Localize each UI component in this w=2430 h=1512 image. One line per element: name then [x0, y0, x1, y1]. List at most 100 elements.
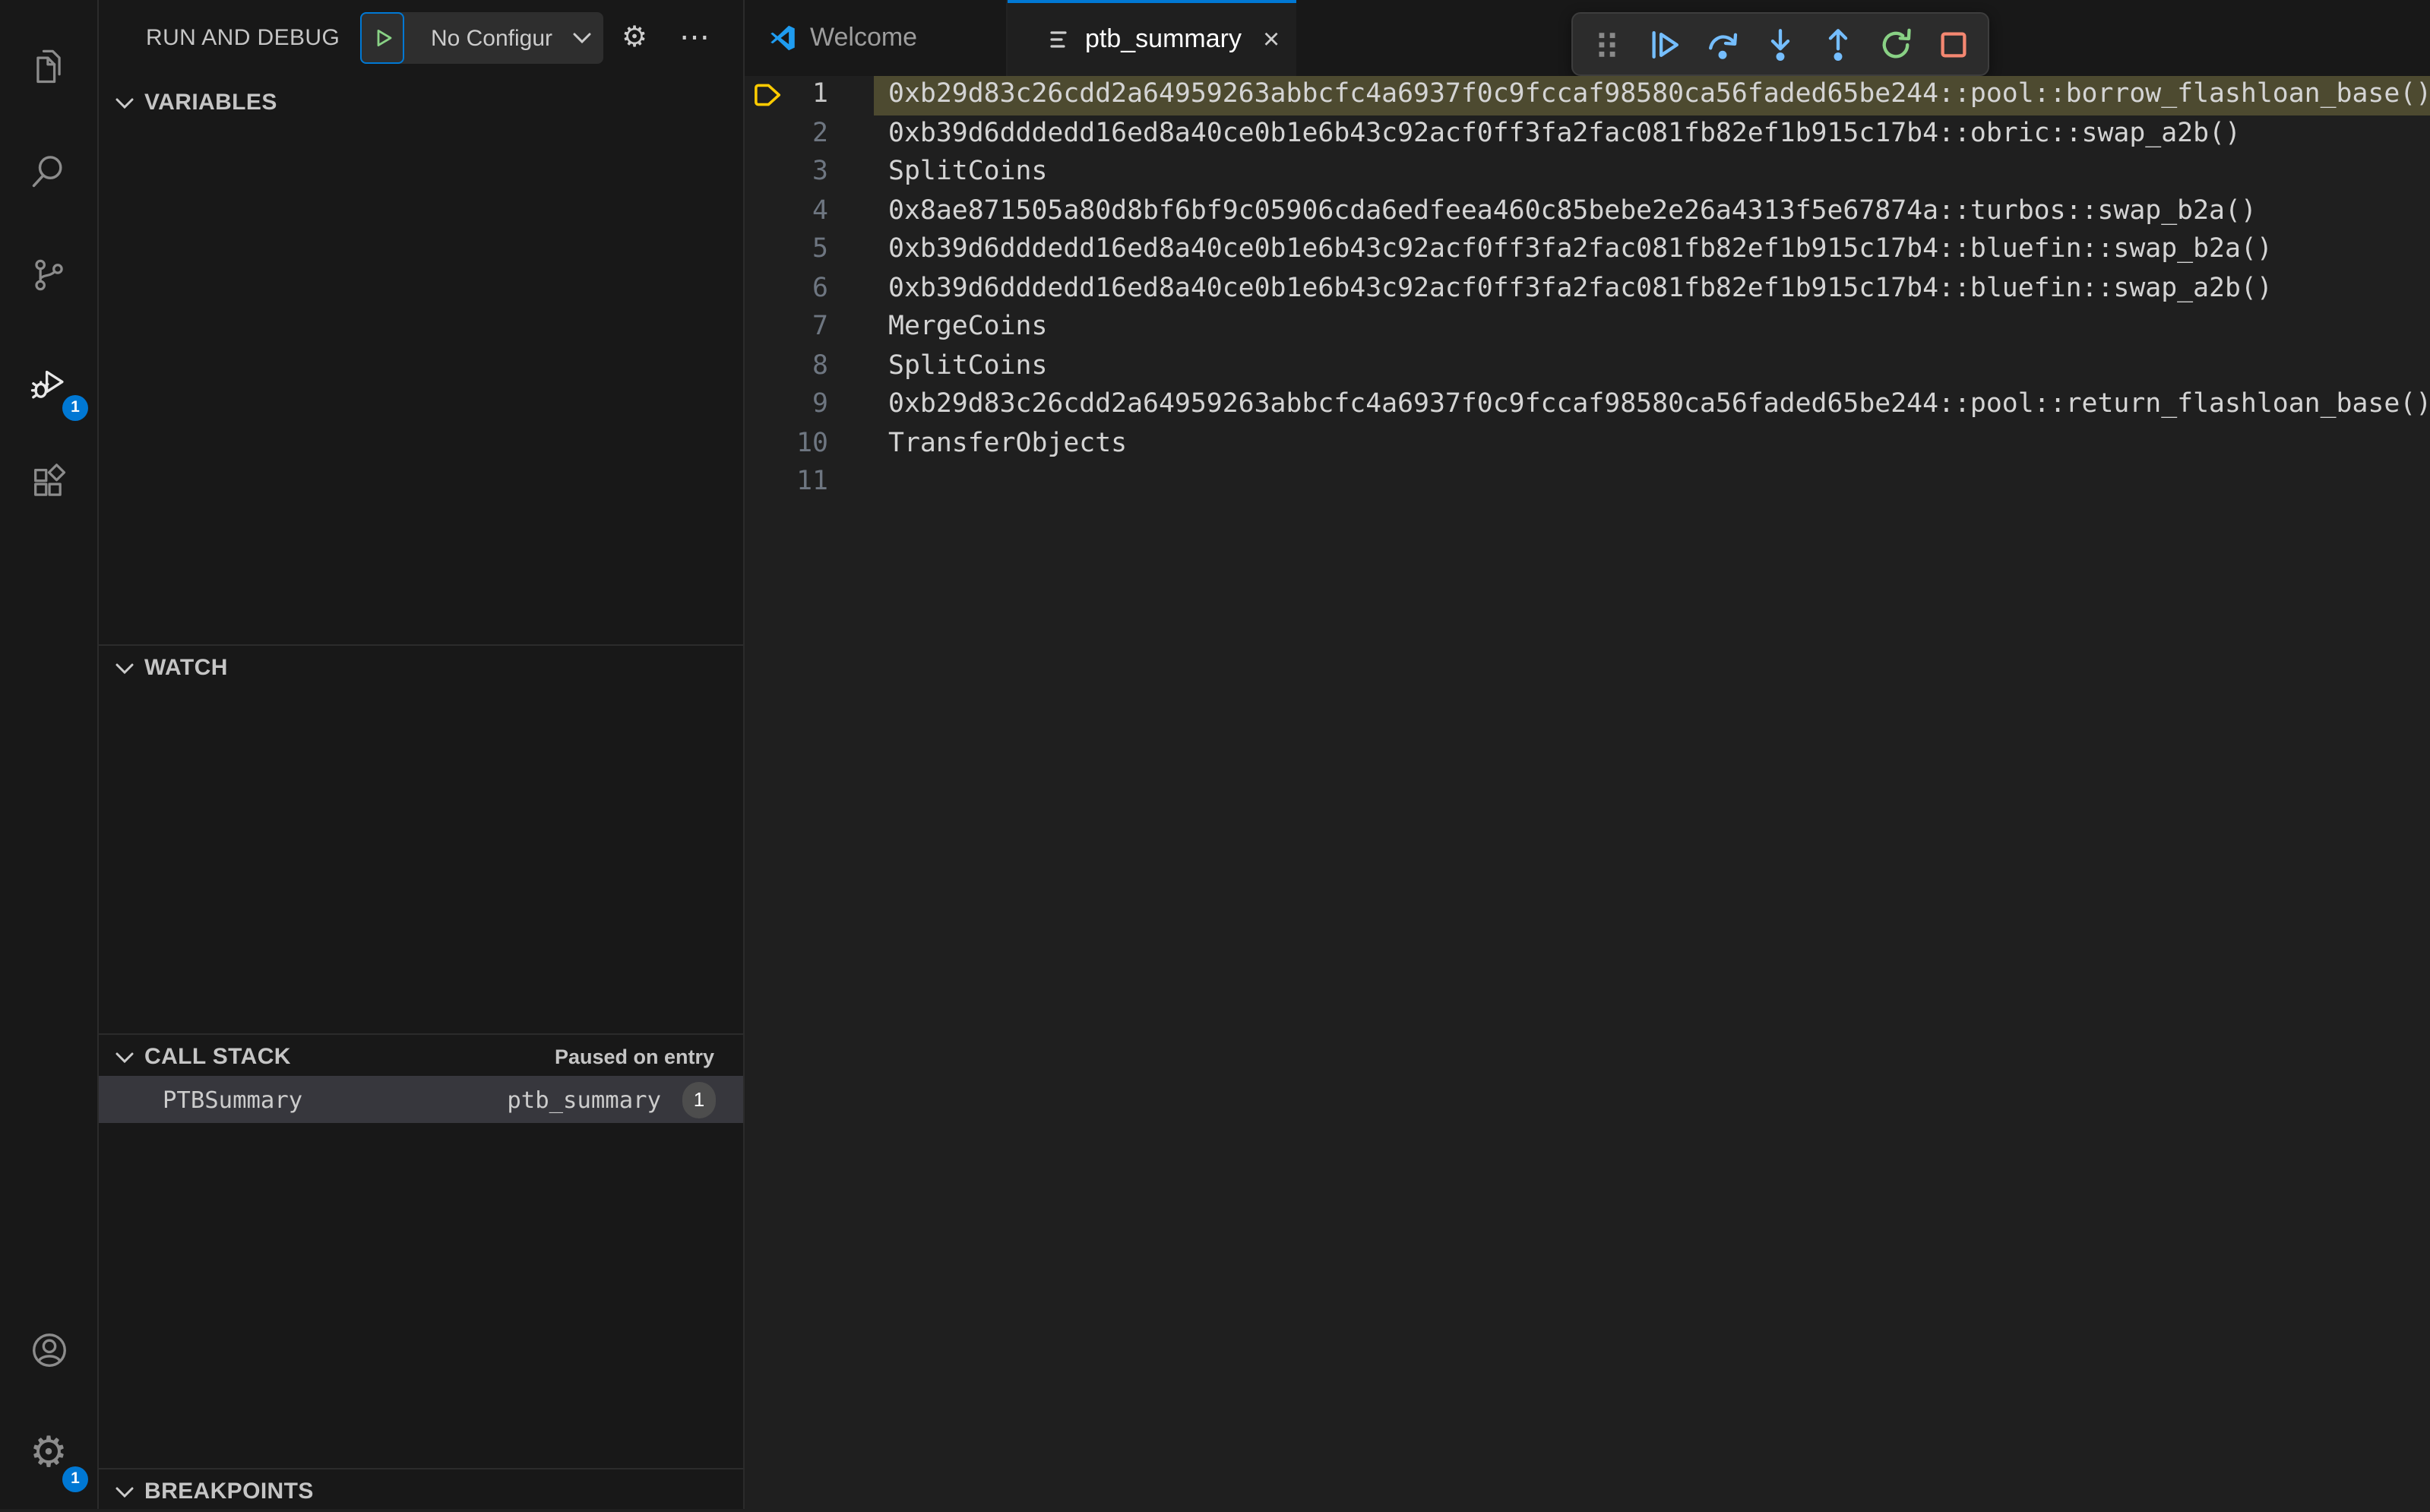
- debug-pointer-gutter: [745, 76, 787, 115]
- code-text: 0xb29d83c26cdd2a64959263abbcfc4a6937f0c9…: [888, 389, 2430, 419]
- debug-config-label: No Configur: [430, 25, 553, 51]
- activity-extensions[interactable]: [12, 447, 85, 520]
- frame-name: PTBSummary: [163, 1086, 303, 1113]
- tab-label: Welcome: [810, 23, 918, 52]
- section-watch[interactable]: WATCH: [99, 647, 743, 688]
- line-number[interactable]: 10: [787, 425, 828, 463]
- code-lines[interactable]: 1 0xb29d83c26cdd2a64959263abbcfc4a6937f0c…: [745, 76, 2430, 502]
- gutter-space: [745, 308, 787, 347]
- section-call-stack[interactable]: CALL STACK Paused on entry: [99, 1036, 743, 1077]
- line-number[interactable]: 9: [787, 386, 828, 425]
- code-line[interactable]: 6 0xb39d6dddedd16ed8a40ce0b1e6b43c92acf0f…: [745, 270, 2430, 308]
- activity-search[interactable]: [12, 135, 85, 208]
- call-stack-frame-row[interactable]: PTBSummary ptb_summary 1: [99, 1076, 743, 1123]
- step-into-icon[interactable]: [1763, 27, 1798, 62]
- chevron-down-icon: [115, 1051, 134, 1063]
- sidebar-title: RUN AND DEBUG: [146, 25, 340, 51]
- continue-icon[interactable]: [1647, 27, 1682, 62]
- section-divider: [99, 1468, 743, 1469]
- line-number[interactable]: 4: [787, 192, 828, 231]
- code-text: MergeCoins: [888, 312, 1048, 342]
- vscode-window: 1 ⚙ 1 RUN AND DEBUG No Configur ⚙ ⋯ VARI…: [0, 0, 2430, 1509]
- line-number[interactable]: 3: [787, 153, 828, 192]
- debug-current-line-icon: [755, 84, 781, 106]
- code-line[interactable]: 8 SplitCoins: [745, 347, 2430, 386]
- chevron-down-icon: [573, 32, 591, 44]
- activity-accounts[interactable]: [12, 1313, 85, 1386]
- activity-settings[interactable]: ⚙ 1: [12, 1416, 88, 1492]
- debug-status-text: Paused on entry: [554, 1045, 714, 1068]
- line-number[interactable]: 7: [787, 308, 828, 347]
- restart-icon[interactable]: [1878, 27, 1913, 62]
- step-out-icon[interactable]: [1821, 27, 1856, 62]
- editor-area: Welcome ptb_summary × 1 0xb29d83c26cdd2a…: [745, 0, 2430, 1509]
- debug-toolbar: [1571, 12, 1989, 76]
- tab-welcome[interactable]: Welcome: [745, 0, 1008, 76]
- code-line[interactable]: 10 TransferObjects: [745, 425, 2430, 463]
- gutter-space: [745, 425, 787, 463]
- gutter-space: [745, 192, 787, 231]
- search-icon: [29, 152, 68, 191]
- sidebar-gear-icon[interactable]: ⚙: [622, 24, 647, 52]
- extensions-icon: [29, 463, 68, 503]
- code-text: 0xb39d6dddedd16ed8a40ce0b1e6b43c92acf0ff…: [888, 118, 2241, 148]
- code-line[interactable]: 3 SplitCoins: [745, 153, 2430, 192]
- section-label: BREAKPOINTS: [144, 1479, 314, 1504]
- code-line[interactable]: 2 0xb39d6dddedd16ed8a40ce0b1e6b43c92acf0f…: [745, 115, 2430, 153]
- line-number[interactable]: 2: [787, 115, 828, 153]
- line-number[interactable]: 5: [787, 231, 828, 270]
- code-text: TransferObjects: [888, 428, 1128, 458]
- chevron-down-icon: [115, 1485, 134, 1498]
- stop-icon[interactable]: [1936, 27, 1971, 62]
- gutter-space: [745, 231, 787, 270]
- gutter-space: [745, 347, 787, 386]
- drag-handle-icon[interactable]: [1590, 27, 1625, 62]
- section-divider: [99, 1033, 743, 1035]
- line-number[interactable]: 8: [787, 347, 828, 386]
- debug-config-dropdown[interactable]: No Configur: [360, 12, 603, 64]
- activity-explorer[interactable]: [12, 30, 85, 103]
- gutter-space: [745, 153, 787, 192]
- code-line[interactable]: 4 0x8ae871505a80d8bf6bf9c05906cda6edfeea4…: [745, 192, 2430, 231]
- chevron-down-icon: [115, 96, 134, 109]
- code-line[interactable]: 9 0xb29d83c26cdd2a64959263abbcfc4a6937f0c…: [745, 386, 2430, 425]
- files-icon: [29, 47, 68, 87]
- vscode-logo-icon: [769, 24, 796, 52]
- start-debug-button[interactable]: [360, 12, 404, 64]
- activity-run-and-debug[interactable]: 1: [12, 345, 88, 421]
- git-branch-icon: [29, 255, 68, 295]
- line-number[interactable]: 1: [787, 76, 828, 115]
- activity-source-control[interactable]: [12, 239, 85, 312]
- code-text: 0xb39d6dddedd16ed8a40ce0b1e6b43c92acf0ff…: [888, 234, 2273, 264]
- code-line[interactable]: 1 0xb29d83c26cdd2a64959263abbcfc4a6937f0c…: [745, 76, 2430, 115]
- debug-icon: [28, 361, 69, 402]
- frame-badge: 1: [682, 1081, 716, 1118]
- section-variables[interactable]: VARIABLES: [99, 82, 743, 123]
- line-number[interactable]: 6: [787, 270, 828, 308]
- code-text: 0xb29d83c26cdd2a64959263abbcfc4a6937f0c9…: [888, 79, 2430, 109]
- settings-badge: 1: [62, 1466, 88, 1492]
- tab-ptb-summary[interactable]: ptb_summary ×: [1008, 0, 1296, 76]
- section-label: WATCH: [144, 655, 228, 681]
- section-breakpoints[interactable]: BREAKPOINTS: [99, 1471, 743, 1512]
- code-line[interactable]: 11: [745, 463, 2430, 502]
- account-icon: [28, 1329, 69, 1370]
- frame-source: ptb_summary: [507, 1086, 661, 1113]
- run-and-debug-sidebar: RUN AND DEBUG No Configur ⚙ ⋯ VARIABLES: [99, 0, 745, 1509]
- tab-label: ptb_summary: [1085, 24, 1242, 53]
- code-line[interactable]: 5 0xb39d6dddedd16ed8a40ce0b1e6b43c92acf0f…: [745, 231, 2430, 270]
- gutter-space: [745, 270, 787, 308]
- section-label: VARIABLES: [144, 90, 277, 115]
- close-icon[interactable]: ×: [1263, 25, 1280, 54]
- more-actions-icon[interactable]: ⋯: [679, 23, 710, 53]
- code-line[interactable]: 7 MergeCoins: [745, 308, 2430, 347]
- gutter-space: [745, 386, 787, 425]
- line-number[interactable]: 11: [787, 463, 828, 502]
- section-label: CALL STACK: [144, 1044, 291, 1070]
- step-over-icon[interactable]: [1705, 27, 1740, 62]
- sidebar-header: RUN AND DEBUG No Configur ⚙ ⋯: [99, 0, 743, 76]
- gutter-space: [745, 115, 787, 153]
- list-file-icon: [1047, 27, 1071, 52]
- code-text: 0x8ae871505a80d8bf6bf9c05906cda6edfeea46…: [888, 195, 2257, 226]
- code-text: 0xb39d6dddedd16ed8a40ce0b1e6b43c92acf0ff…: [888, 273, 2273, 303]
